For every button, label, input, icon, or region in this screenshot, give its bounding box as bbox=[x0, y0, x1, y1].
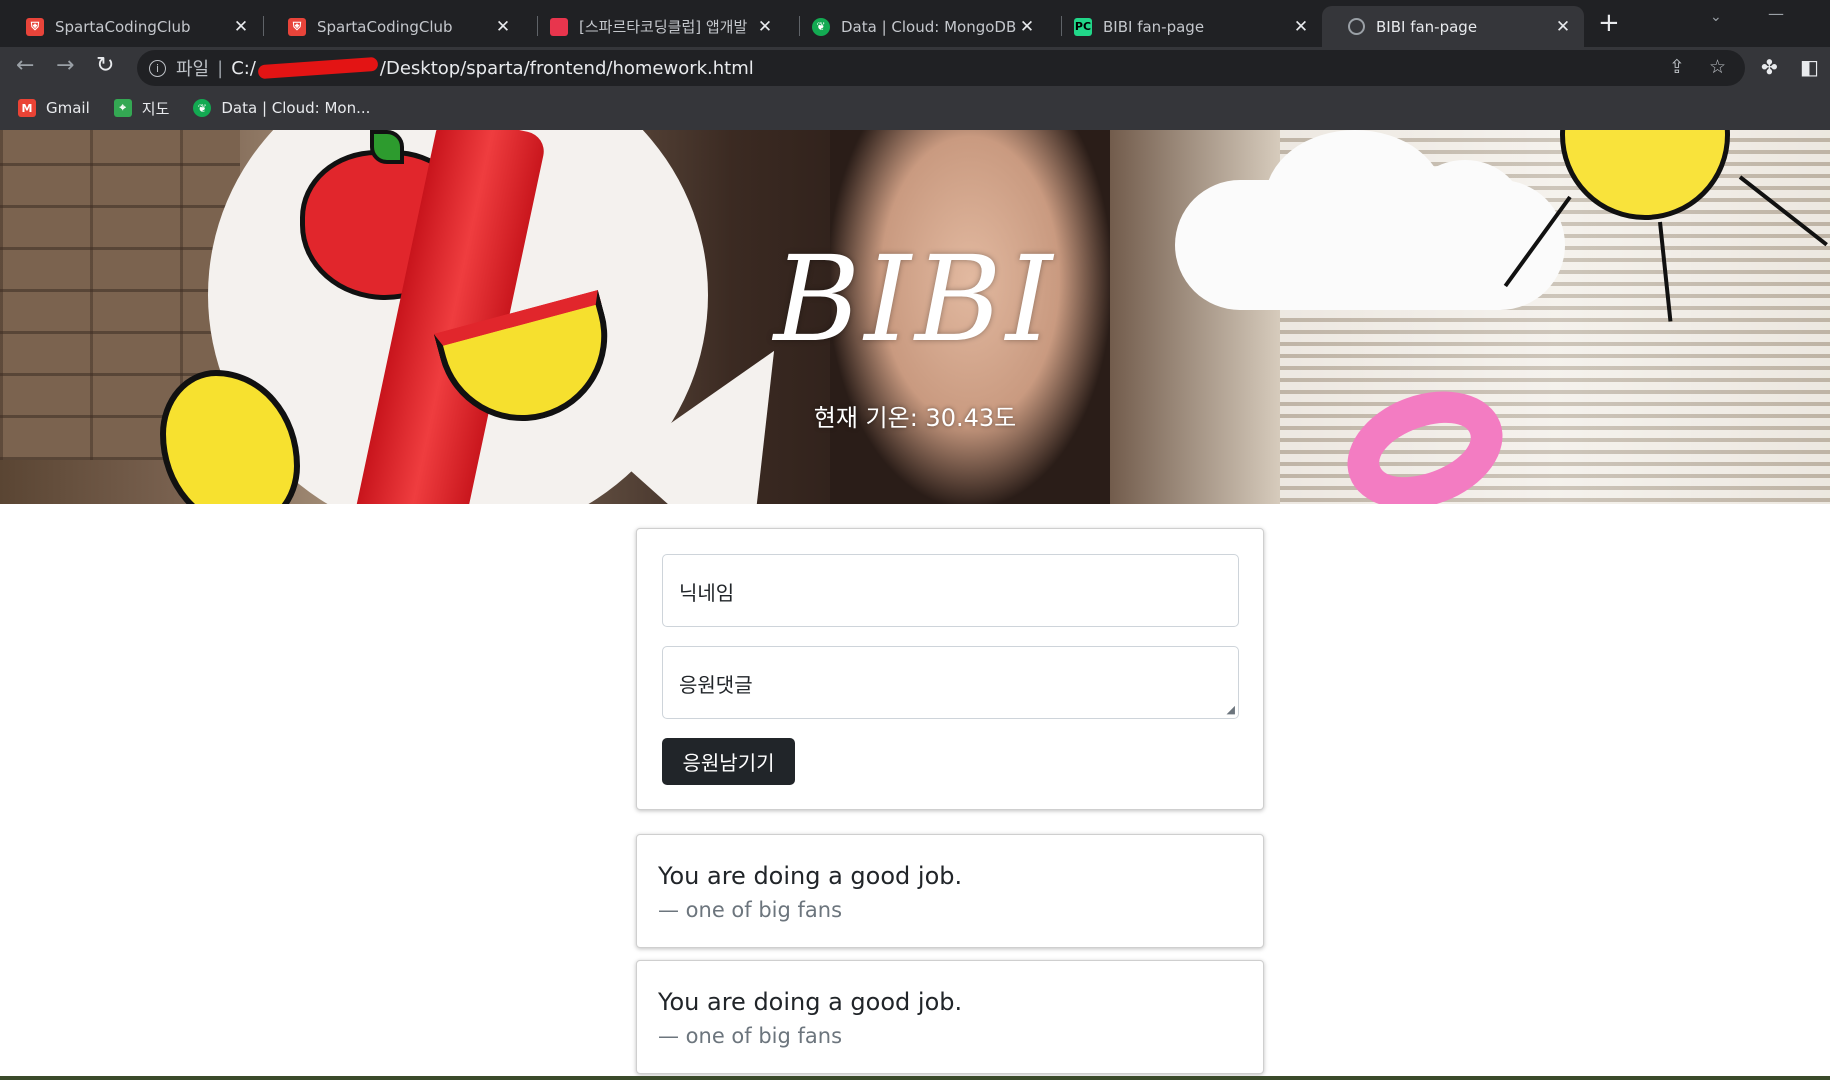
close-icon[interactable]: ✕ bbox=[1552, 17, 1574, 37]
weather-temperature: 현재 기온: 30.43도 bbox=[813, 404, 1017, 432]
close-icon[interactable]: ✕ bbox=[230, 17, 252, 37]
comment-text: You are doing a good job. bbox=[658, 862, 963, 890]
hero-banner: BIBI 현재 기온: 30.43도 bbox=[0, 130, 1830, 504]
comment-text: You are doing a good job. bbox=[658, 988, 963, 1016]
url-prefix: C:/ bbox=[231, 57, 256, 79]
submit-comment-button[interactable]: 응원남기기 bbox=[662, 738, 795, 785]
new-tab-plus-icon[interactable]: + bbox=[1598, 8, 1620, 38]
comment-author: — one of big fans bbox=[658, 898, 843, 922]
nickname-input[interactable]: 닉네임 bbox=[662, 554, 1239, 627]
tab-strip: ⛨ SpartaCodingClub ✕ ⛨ SpartaCodingClub … bbox=[0, 0, 1830, 47]
apple-leaf-sticker bbox=[370, 130, 404, 164]
comment-textarea[interactable]: 응원댓글 ◢ bbox=[662, 646, 1239, 719]
page-title: BIBI bbox=[773, 230, 1057, 368]
gmail-icon: M bbox=[18, 99, 36, 117]
bookmark-label: 지도 bbox=[141, 99, 170, 118]
maps-icon: ⌖ bbox=[113, 99, 132, 117]
tab-sparta-app-dev[interactable]: [스파르타코딩클럽] 앱개발 ✕ bbox=[524, 6, 786, 47]
comment-card: You are doing a good job. — one of big f… bbox=[636, 834, 1264, 948]
browser-toolbar: ← → ↻ i 파일 | C:/ /Desktop/sparta/frontend… bbox=[0, 47, 1830, 130]
share-icon[interactable]: ⇪ bbox=[1669, 56, 1685, 78]
tab-title: BIBI fan-page bbox=[1376, 17, 1478, 36]
info-icon[interactable]: i bbox=[149, 59, 166, 77]
notebook-favicon-icon bbox=[550, 17, 568, 36]
spartacodingclub-favicon-icon: ⛨ bbox=[288, 17, 306, 36]
bookmark-label: Data | Cloud: Mon... bbox=[221, 99, 371, 117]
tab-spartacodingclub-2[interactable]: ⛨ SpartaCodingClub ✕ bbox=[262, 6, 524, 47]
tab-title: SpartaCodingClub bbox=[55, 17, 191, 36]
tab-title: SpartaCodingClub bbox=[317, 17, 453, 36]
side-panel-icon[interactable]: ◧ bbox=[1800, 55, 1819, 79]
chevron-down-icon[interactable]: ⌄ bbox=[1710, 9, 1722, 25]
tab-mongodb[interactable]: ❦ Data | Cloud: MongoDB Cl ✕ bbox=[786, 6, 1048, 47]
close-icon[interactable]: ✕ bbox=[1016, 17, 1038, 37]
resize-handle-icon[interactable]: ◢ bbox=[1227, 703, 1235, 716]
bookmark-mongodb[interactable]: ❦ Data | Cloud: Mon... bbox=[193, 99, 370, 117]
tab-title: Data | Cloud: MongoDB Cl bbox=[841, 17, 1016, 36]
pycharm-favicon-icon: PC bbox=[1074, 17, 1092, 36]
spartacodingclub-favicon-icon: ⛨ bbox=[26, 17, 44, 36]
scheme-divider: | bbox=[217, 57, 224, 79]
globe-icon bbox=[1348, 18, 1365, 35]
comment-placeholder: 응원댓글 bbox=[679, 673, 753, 697]
address-bar[interactable]: i 파일 | C:/ /Desktop/sparta/frontend/homew… bbox=[137, 50, 1745, 86]
tab-spartacodingclub-1[interactable]: ⛨ SpartaCodingClub ✕ bbox=[0, 6, 262, 47]
tab-bibi-fanpage-2[interactable]: BIBI fan-page ✕ bbox=[1322, 6, 1584, 47]
taskbar-edge bbox=[0, 1076, 1830, 1080]
scheme-label: 파일 bbox=[176, 59, 210, 80]
bookmark-gmail[interactable]: M Gmail bbox=[18, 99, 90, 117]
mongodb-leaf-icon: ❦ bbox=[812, 17, 830, 36]
mongodb-leaf-icon: ❦ bbox=[193, 99, 212, 117]
bookmark-maps[interactable]: ⌖ 지도 bbox=[113, 98, 170, 119]
tab-title: BIBI fan-page bbox=[1103, 17, 1205, 36]
url-suffix: /Desktop/sparta/frontend/homework.html bbox=[379, 57, 754, 79]
close-icon[interactable]: ✕ bbox=[1290, 17, 1312, 37]
close-icon[interactable]: ✕ bbox=[492, 17, 514, 37]
minimize-icon[interactable]: — bbox=[1768, 4, 1784, 23]
forward-arrow-icon[interactable]: → bbox=[56, 53, 74, 78]
tab-title: [스파르타코딩클럽] 앱개발 bbox=[579, 18, 748, 36]
bookmark-label: Gmail bbox=[46, 99, 90, 117]
comment-form-card: 닉네임 응원댓글 ◢ 응원남기기 bbox=[636, 528, 1264, 810]
tab-bibi-fanpage-1[interactable]: PC BIBI fan-page ✕ bbox=[1048, 6, 1322, 47]
comment-author: — one of big fans bbox=[658, 1024, 843, 1048]
star-icon[interactable]: ☆ bbox=[1709, 56, 1726, 78]
url-text: C:/ /Desktop/sparta/frontend/homework.htm… bbox=[231, 56, 754, 79]
reload-icon[interactable]: ↻ bbox=[96, 53, 114, 78]
redaction-scribble bbox=[257, 56, 379, 79]
back-arrow-icon[interactable]: ← bbox=[16, 53, 34, 78]
extensions-puzzle-icon[interactable]: ✤ bbox=[1761, 55, 1778, 79]
comment-card: You are doing a good job. — one of big f… bbox=[636, 960, 1264, 1074]
close-icon[interactable]: ✕ bbox=[754, 17, 776, 37]
bookmarks-bar: M Gmail ⌖ 지도 ❦ Data | Cloud: Mon... bbox=[0, 91, 376, 125]
